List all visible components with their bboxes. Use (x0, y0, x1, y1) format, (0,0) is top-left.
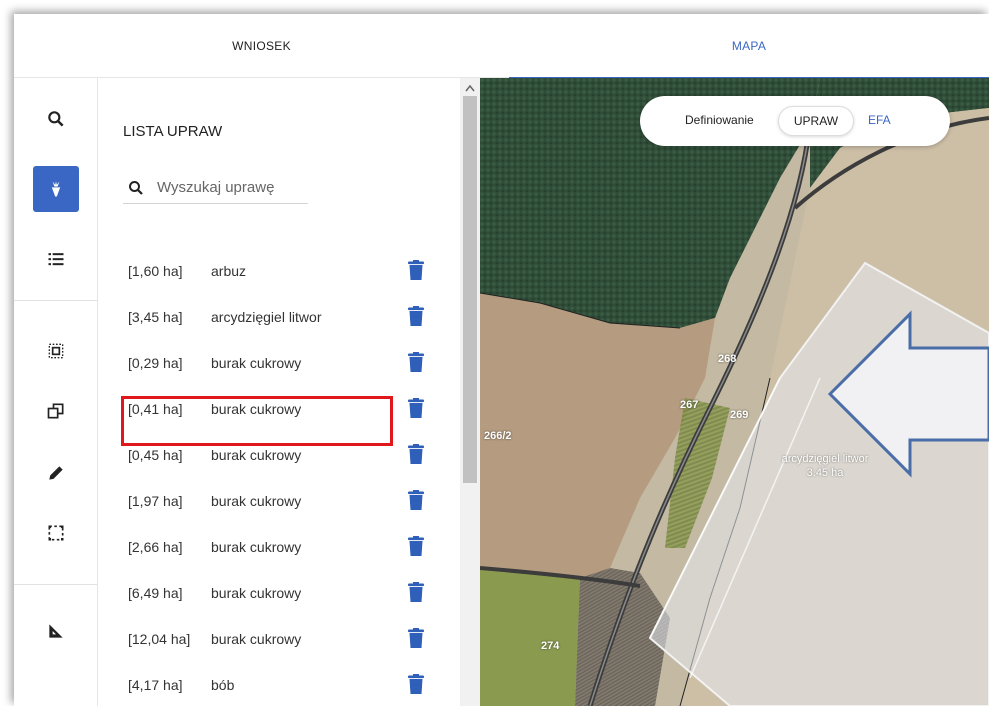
crop-area: [1,97 ha] (128, 493, 183, 509)
toolbar-divider (14, 584, 98, 585)
crop-search (123, 172, 308, 204)
pencil-icon (49, 466, 63, 480)
dashed-rectangle-icon (48, 525, 64, 541)
list-item[interactable]: [2,66 ha] burak cukrowy (98, 524, 480, 570)
crop-area: [0,29 ha] (128, 355, 183, 371)
crop-name: burak cukrowy (211, 493, 302, 509)
trash-icon[interactable] (408, 352, 424, 372)
search-tool-button[interactable] (33, 96, 79, 142)
top-tabs: WNIOSEK MAPA (14, 14, 989, 79)
list-item[interactable]: [12,04 ha] burak cukrowy (98, 616, 480, 662)
parcel-number: 266/2 (484, 430, 512, 442)
tab-mapa[interactable]: MAPA (509, 14, 989, 79)
parcel-crop-area: 3.45 ha (806, 467, 844, 479)
panel-title: LISTA UPRAW (123, 123, 223, 140)
search-icon (129, 180, 143, 195)
list-icon (48, 253, 64, 266)
highlight-box (121, 396, 393, 446)
copy-tool-button[interactable] (33, 388, 79, 434)
chevron-up-icon[interactable] (465, 84, 475, 92)
list-item[interactable]: [1,97 ha] burak cukrowy (98, 478, 480, 524)
list-item[interactable]: [3,45 ha] arcydzięgiel litwor (98, 294, 480, 340)
list-item[interactable]: [4,17 ha] bób (98, 662, 480, 706)
measure-tool-button[interactable] (33, 608, 79, 654)
trash-icon[interactable] (408, 582, 424, 602)
tab-wniosek[interactable]: WNIOSEK (14, 14, 509, 78)
crop-search-input[interactable] (157, 179, 297, 196)
copy-shape-icon (47, 403, 64, 419)
select-tool-button[interactable] (33, 328, 79, 374)
search-icon (48, 111, 64, 127)
draw-tool-button[interactable] (33, 450, 79, 496)
map-view[interactable]: 268 267 269 266/2 274 arcydzięgiel litwo… (480, 78, 989, 706)
parcel-crop-label: arcydzięgiel litwor 3.45 ha (760, 452, 890, 480)
toolbar-divider (14, 300, 98, 301)
app-window: WNIOSEK MAPA LISTA UPRAW Wyszukaj uprawę… (14, 14, 989, 706)
crop-name: burak cukrowy (211, 539, 302, 555)
trash-icon[interactable] (408, 444, 424, 464)
ruler-triangle-icon (49, 624, 63, 638)
crop-area: [0,45 ha] (128, 447, 183, 463)
mode-efa-button[interactable]: EFA (868, 113, 891, 127)
crop-name: burak cukrowy (211, 355, 302, 371)
list-item[interactable]: [0,29 ha] burak cukrowy (98, 340, 480, 386)
crop-beet-icon (51, 181, 61, 197)
rectangle-tool-button[interactable] (33, 510, 79, 556)
crop-area: [3,45 ha] (128, 309, 183, 325)
crop-name: bób (211, 677, 235, 693)
orthophoto-map (480, 78, 989, 706)
select-region-icon (48, 343, 64, 359)
crop-area: [1,60 ha] (128, 263, 183, 279)
trash-icon[interactable] (408, 490, 424, 510)
crop-area: [6,49 ha] (128, 585, 183, 601)
trash-icon[interactable] (408, 674, 424, 694)
parcel-number: 269 (730, 409, 749, 421)
crop-area: [12,04 ha] (128, 631, 191, 647)
crop-name: burak cukrowy (211, 447, 302, 463)
list-scrollbar[interactable] (460, 78, 480, 706)
parcel-number: 268 (718, 353, 737, 365)
list-tool-button[interactable] (33, 236, 79, 282)
trash-icon[interactable] (408, 536, 424, 556)
parcel-crop-name: arcydzięgiel litwor (781, 453, 869, 465)
trash-icon[interactable] (408, 628, 424, 648)
crop-list-panel: LISTA UPRAW [1,60 ha] arbuz [3,45 ha] ar… (98, 78, 480, 706)
crop-name: burak cukrowy (211, 585, 302, 601)
trash-icon[interactable] (408, 260, 424, 280)
definition-mode-toggle: Definiowanie UPRAW EFA (640, 96, 950, 146)
crops-tool-button[interactable] (33, 166, 79, 212)
scrollbar-thumb[interactable] (463, 96, 477, 483)
crop-name: arcydzięgiel litwor (211, 309, 322, 325)
list-item[interactable]: [1,60 ha] arbuz (98, 248, 480, 294)
tool-sidebar (14, 78, 98, 706)
parcel-number: 274 (541, 640, 560, 652)
crop-name: arbuz (211, 263, 247, 279)
list-item[interactable]: [6,49 ha] burak cukrowy (98, 570, 480, 616)
crop-name: burak cukrowy (211, 631, 302, 647)
toggle-label: Definiowanie (685, 113, 754, 127)
crop-area: [2,66 ha] (128, 539, 183, 555)
parcel-number: 267 (680, 399, 699, 411)
crop-area: [4,17 ha] (128, 677, 183, 693)
mode-upraw-button[interactable]: UPRAW (778, 106, 854, 136)
trash-icon[interactable] (408, 306, 424, 326)
trash-icon[interactable] (408, 398, 424, 418)
